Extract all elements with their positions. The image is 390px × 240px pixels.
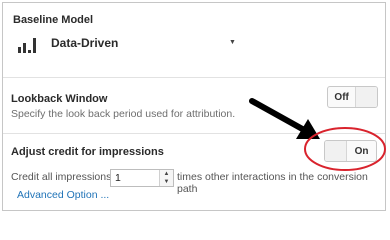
section-divider	[3, 133, 385, 134]
decrement-icon[interactable]: ▼	[160, 178, 173, 186]
toggle-knob	[355, 87, 377, 107]
lookback-window-toggle[interactable]: Off	[327, 86, 378, 108]
credit-suffix-text: times other interactions in the conversi…	[177, 171, 368, 195]
toggle-knob	[325, 141, 348, 161]
baseline-model-dropdown[interactable]: Data-Driven ▼	[17, 33, 237, 59]
advanced-option-link[interactable]: Advanced Option ...	[17, 189, 109, 201]
toggle-off-label: Off	[334, 91, 349, 103]
lookback-window-title: Lookback Window	[11, 93, 108, 105]
adjust-credit-toggle[interactable]: On	[324, 140, 377, 162]
baseline-model-title: Baseline Model	[13, 14, 94, 26]
credit-prefix-text: Credit all impressions	[11, 171, 112, 183]
attribution-settings-panel: Baseline Model Data-Driven ▼ Lookback Wi…	[2, 2, 386, 211]
adjust-credit-title: Adjust credit for impressions	[11, 146, 164, 158]
credit-multiplier-input[interactable]	[111, 170, 157, 186]
stepper-buttons[interactable]: ▲ ▼	[159, 170, 173, 186]
chevron-down-icon[interactable]: ▼	[229, 39, 236, 46]
increment-icon[interactable]: ▲	[160, 170, 173, 178]
lookback-window-description: Specify the look back period used for at…	[11, 108, 236, 120]
section-divider	[3, 77, 385, 78]
toggle-on-label: On	[354, 145, 369, 157]
credit-multiplier-stepper[interactable]: ▲ ▼	[110, 169, 174, 187]
baseline-model-value: Data-Driven	[51, 36, 119, 50]
bar-chart-icon	[18, 38, 36, 53]
